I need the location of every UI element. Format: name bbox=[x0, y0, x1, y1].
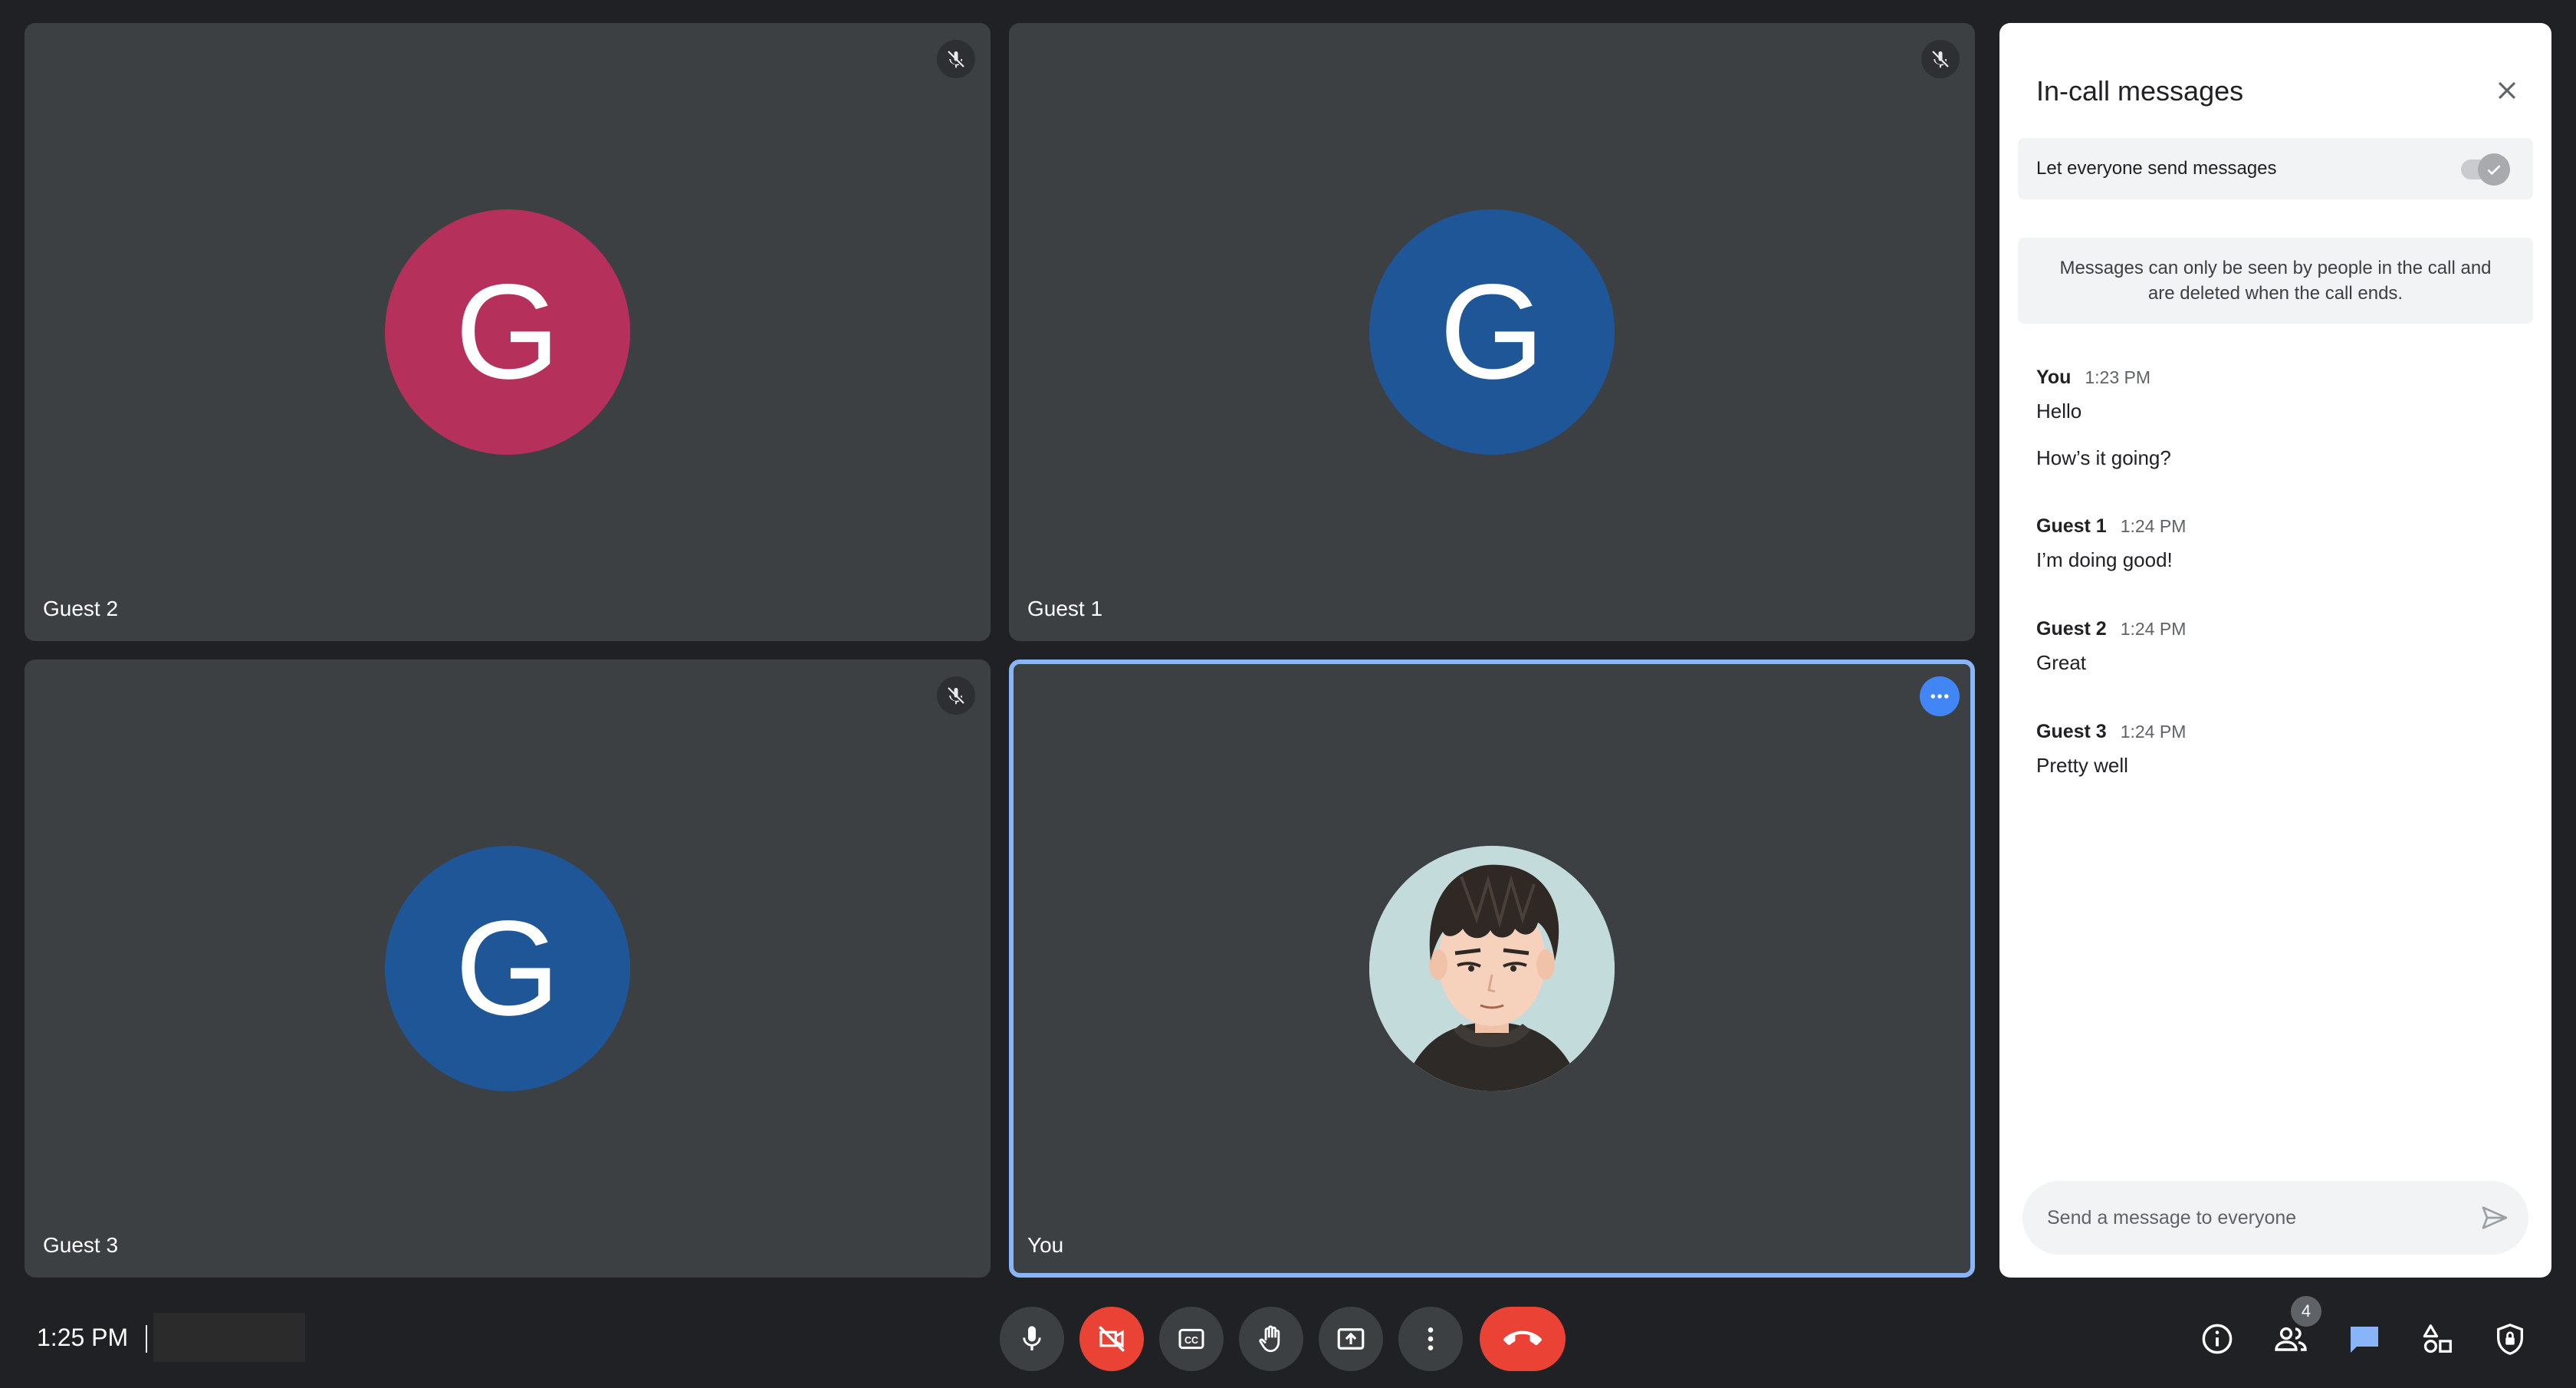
send-button[interactable] bbox=[2476, 1199, 2513, 1236]
message-time: 1:24 PM bbox=[2120, 722, 2187, 742]
message-sender: Guest 1 bbox=[2036, 515, 2107, 537]
user-avatar-portrait bbox=[1369, 846, 1615, 1091]
message-text: I’m doing good! bbox=[2036, 548, 2173, 571]
toggle-switch[interactable] bbox=[2478, 153, 2510, 186]
more-vert-icon bbox=[1428, 1327, 1434, 1350]
check-icon bbox=[2487, 165, 2501, 176]
meeting-details-button[interactable] bbox=[2193, 1314, 2242, 1363]
activities-icon bbox=[2423, 1324, 2452, 1353]
meet-call-screen: G Guest 2 G Guest 1 G Guest 3 You In-cal… bbox=[0, 0, 2576, 1388]
close-icon bbox=[2498, 81, 2516, 100]
mic-icon bbox=[1023, 1326, 1041, 1350]
participant-tile-guest-2[interactable]: G Guest 2 bbox=[25, 23, 991, 641]
message-header: Guest 2 1:24 PM bbox=[2036, 618, 2186, 640]
toggle-label: Let everyone send messages bbox=[2036, 158, 2277, 179]
message-group: Guest 2 1:24 PM Great bbox=[2036, 618, 2186, 675]
let-everyone-send-messages-setting: Let everyone send messages bbox=[2018, 138, 2533, 199]
divider bbox=[146, 1325, 147, 1353]
chat-button[interactable] bbox=[2340, 1314, 2389, 1363]
panel-title: In-call messages bbox=[2036, 75, 2244, 107]
camera-button[interactable] bbox=[1079, 1307, 1144, 1371]
end-call-icon bbox=[1503, 1330, 1542, 1346]
message-header: Guest 3 1:24 PM bbox=[2036, 721, 2186, 743]
message-text: Great bbox=[2036, 651, 2087, 674]
more-options-button[interactable] bbox=[1398, 1307, 1463, 1371]
muted-mic-icon bbox=[1921, 40, 1960, 78]
participant-name: You bbox=[1027, 1233, 1064, 1257]
message-sender: Guest 3 bbox=[2036, 721, 2107, 742]
muted-mic-icon bbox=[937, 40, 975, 78]
message-text: How’s it going? bbox=[2036, 446, 2171, 469]
in-call-messages-panel: In-call messages Let everyone send messa… bbox=[1999, 23, 2551, 1278]
leave-call-button[interactable] bbox=[1480, 1307, 1566, 1371]
participant-name: Guest 1 bbox=[1027, 597, 1103, 620]
participant-avatar: G bbox=[1369, 209, 1615, 455]
message-group: Guest 3 1:24 PM Pretty well bbox=[2036, 721, 2186, 778]
participant-tile-guest-1[interactable]: G Guest 1 bbox=[1009, 23, 1975, 641]
message-composer bbox=[2022, 1181, 2528, 1255]
message-time: 1:23 PM bbox=[2085, 367, 2151, 387]
message-time: 1:24 PM bbox=[2120, 619, 2187, 639]
participant-count-badge: 4 bbox=[2291, 1296, 2321, 1327]
host-controls-icon bbox=[2497, 1324, 2523, 1355]
send-icon bbox=[2482, 1206, 2508, 1229]
message-time: 1:24 PM bbox=[2120, 516, 2187, 536]
message-group: You 1:23 PM Hello How’s it going? bbox=[2036, 367, 2171, 470]
participant-tile-you[interactable]: You bbox=[1009, 659, 1975, 1278]
camera-off-icon bbox=[1099, 1326, 1125, 1352]
info-text: Messages can only be seen by people in t… bbox=[2059, 258, 2492, 304]
participant-name: Guest 2 bbox=[43, 597, 119, 620]
message-header: You 1:23 PM bbox=[2036, 367, 2171, 389]
muted-mic-icon bbox=[937, 676, 975, 715]
participant-tile-guest-3[interactable]: G Guest 3 bbox=[25, 659, 991, 1278]
microphone-button[interactable] bbox=[1000, 1307, 1064, 1371]
captions-icon: CC bbox=[1178, 1328, 1204, 1350]
message-input[interactable] bbox=[2045, 1199, 2459, 1236]
message-header: Guest 1 1:24 PM bbox=[2036, 515, 2186, 538]
activities-button[interactable] bbox=[2413, 1314, 2463, 1363]
participant-avatar: G bbox=[385, 209, 630, 455]
message-sender: Guest 2 bbox=[2036, 618, 2107, 640]
close-panel-button[interactable] bbox=[2487, 71, 2527, 110]
message-group: Guest 1 1:24 PM I’m doing good! bbox=[2036, 515, 2186, 572]
participant-name: Guest 3 bbox=[43, 1233, 119, 1257]
more-options-icon[interactable] bbox=[1920, 676, 1960, 716]
meeting-code-redacted bbox=[153, 1313, 305, 1362]
message-text: Pretty well bbox=[2036, 754, 2128, 777]
chat-icon bbox=[2351, 1327, 2378, 1353]
host-controls-button[interactable] bbox=[2486, 1314, 2535, 1363]
current-time: 1:25 PM bbox=[37, 1324, 129, 1351]
captions-button[interactable]: CC bbox=[1159, 1307, 1224, 1371]
present-icon bbox=[1337, 1328, 1365, 1350]
messages-info-notice: Messages can only be seen by people in t… bbox=[2018, 238, 2533, 324]
raise-hand-icon bbox=[1259, 1325, 1280, 1353]
participant-avatar: G bbox=[385, 846, 630, 1091]
info-icon bbox=[2202, 1324, 2233, 1354]
svg-text:CC: CC bbox=[1184, 1335, 1198, 1346]
message-text: Hello bbox=[2036, 400, 2082, 423]
raise-hand-button[interactable] bbox=[1239, 1307, 1303, 1371]
present-button[interactable] bbox=[1319, 1307, 1383, 1371]
message-sender: You bbox=[2036, 367, 2072, 388]
